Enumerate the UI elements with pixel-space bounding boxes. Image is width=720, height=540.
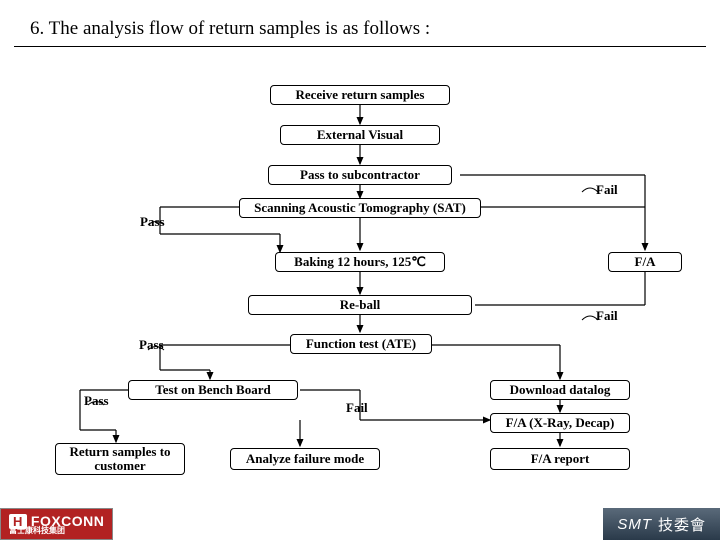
footer-logo-right: SMT 技委會 [603,508,720,540]
label-fail-1: Fail [596,182,618,198]
box-fa: F/A [608,252,682,272]
label-pass-1: Pass [140,214,165,230]
footer-brand-right: SMT [617,516,652,533]
box-sat: Scanning Acoustic Tomography (SAT) [239,198,481,218]
label-pass-2: Pass [139,337,164,353]
box-baking: Baking 12 hours, 125℃ [275,252,445,272]
box-function-test: Function test (ATE) [290,334,432,354]
label-fail-3: Fail [346,400,368,416]
label-fail-2: Fail [596,308,618,324]
label-pass-3: Pass [84,393,109,409]
footer-bar: H FOXCONN 富士康科技集团 SMT 技委會 [0,508,720,540]
box-subcontractor: Pass to subcontractor [268,165,452,185]
box-analyze-failure: Analyze failure mode [230,448,380,470]
footer-brand-right-cn: 技委會 [658,514,706,535]
footer-spacer [113,508,603,540]
box-fa-report: F/A report [490,448,630,470]
box-bench-board: Test on Bench Board [128,380,298,400]
box-xray-decap: F/A (X-Ray, Decap) [490,413,630,433]
box-external-visual: External Visual [280,125,440,145]
box-reball: Re-ball [248,295,472,315]
box-receive: Receive return samples [270,85,450,105]
title-underline [14,46,706,47]
box-return-customer: Return samples to customer [55,443,185,475]
footer-logo-left: H FOXCONN 富士康科技集团 [0,508,113,540]
section-title: 6. The analysis flow of return samples i… [30,18,430,40]
box-download-datalog: Download datalog [490,380,630,400]
